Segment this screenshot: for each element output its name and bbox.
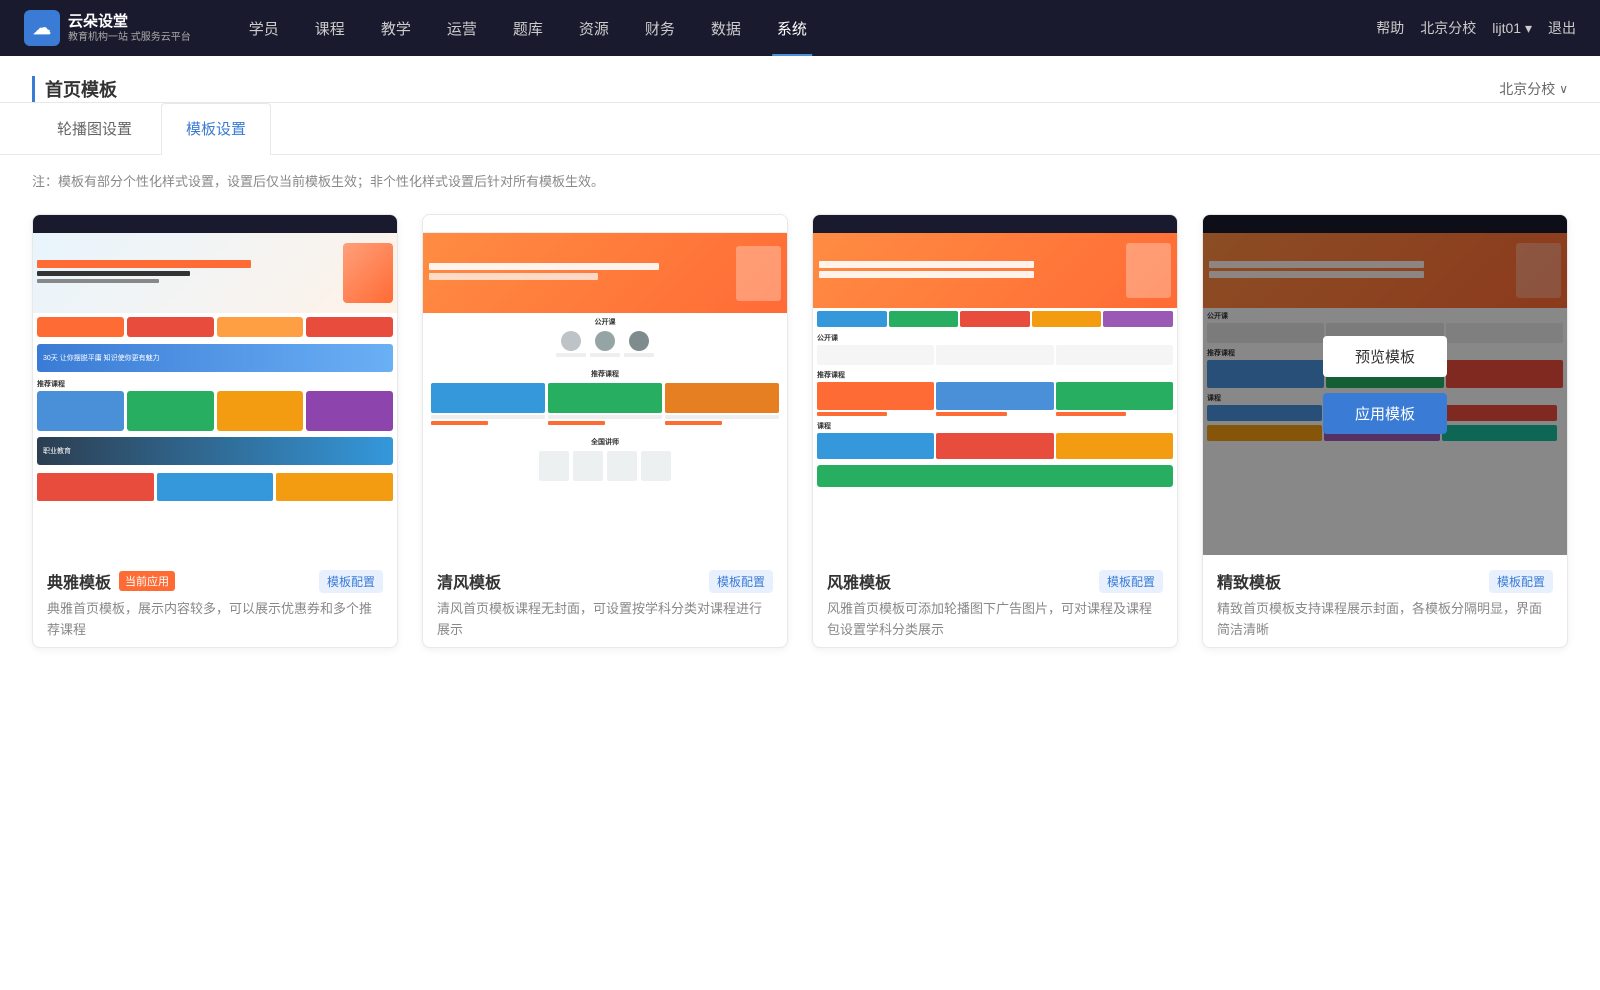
- chevron-down-icon: ∨: [1559, 82, 1568, 96]
- logo-text: 云朵设堂 教育机构一站 式服务云平台: [68, 12, 191, 45]
- template-2-name: 清风模板: [437, 569, 501, 593]
- template-1-info: 典雅模板 当前应用 模板配置 典雅首页模板，展示内容较多，可以展示优惠券和多个推…: [33, 555, 397, 647]
- preview-template-2-button[interactable]: 预览模板: [543, 336, 667, 377]
- note-bar: 注：模板有部分个性化样式设置，设置后仅当前模板生效；非个性化样式设置后针对所有模…: [0, 155, 1600, 206]
- template-3-config-button[interactable]: 模板配置: [1099, 570, 1163, 593]
- tab-template[interactable]: 模板设置: [161, 103, 271, 155]
- template-3-desc: 风雅首页模板可添加轮播图下广告图片，可对课程及课程包设置学科分类展示: [827, 599, 1163, 641]
- nav-menu: 学员 课程 教学 运营 题库 资源 财务 数据 系统: [231, 0, 1377, 56]
- preview-template-4-button[interactable]: 预览模板: [1323, 336, 1447, 377]
- nav-item-teaching[interactable]: 教学: [363, 0, 429, 56]
- template-preview-1: 30天 让你摆脱平庸 知识使你更有魅力 推荐课程 职业教育: [33, 215, 397, 555]
- nav-item-students[interactable]: 学员: [231, 0, 297, 56]
- template-card-2: 公开课: [422, 214, 788, 648]
- nav-item-resources[interactable]: 资源: [561, 0, 627, 56]
- template-preview-2: 公开课: [423, 215, 787, 555]
- note-text: 注：模板有部分个性化样式设置，设置后仅当前模板生效；非个性化样式设置后针对所有模…: [32, 174, 604, 189]
- tab-carousel[interactable]: 轮播图设置: [32, 103, 157, 154]
- page-title: 首页模板: [32, 76, 117, 102]
- logout-button[interactable]: 退出: [1548, 18, 1576, 38]
- apply-template-1-button[interactable]: [155, 393, 275, 413]
- template-1-active-badge: 当前应用: [119, 571, 175, 591]
- template-4-name: 精致模板: [1217, 569, 1281, 593]
- template-4-desc: 精致首页模板支持课程展示封面，各模板分隔明显，界面简洁清晰: [1217, 599, 1553, 641]
- navbar-right: 帮助 北京分校 lijt01 ▾ 退出: [1376, 18, 1576, 38]
- nav-item-finance[interactable]: 财务: [627, 0, 693, 56]
- user-menu[interactable]: lijt01 ▾: [1492, 20, 1532, 37]
- nav-item-system[interactable]: 系统: [759, 0, 825, 56]
- template-3-info: 风雅模板 模板配置 风雅首页模板可添加轮播图下广告图片，可对课程及课程包设置学科…: [813, 555, 1177, 647]
- template-preview-3: 公开课 推荐课程: [813, 215, 1177, 555]
- preview-template-3-button[interactable]: 预览模板: [933, 336, 1057, 377]
- template-3-name: 风雅模板: [827, 569, 891, 593]
- logo[interactable]: ☁ 云朵设堂 教育机构一站 式服务云平台: [24, 10, 191, 46]
- page-header: 首页模板 北京分校 ∨: [0, 56, 1600, 103]
- nav-item-operations[interactable]: 运营: [429, 0, 495, 56]
- branch-selector[interactable]: 北京分校 ∨: [1499, 79, 1568, 99]
- preview-template-1-button[interactable]: [155, 357, 275, 377]
- navbar: ☁ 云朵设堂 教育机构一站 式服务云平台 学员 课程 教学 运营 题库 资源 财…: [0, 0, 1600, 56]
- page-container: 首页模板 北京分校 ∨ 轮播图设置 模板设置 注：模板有部分个性化样式设置，设置…: [0, 56, 1600, 990]
- template-card-4: 公开课 推荐课程: [1202, 214, 1568, 648]
- template-2-desc: 清风首页模板课程无封面，可设置按学科分类对课程进行展示: [437, 599, 773, 641]
- tabs-bar: 轮播图设置 模板设置: [0, 103, 1600, 155]
- template-2-config-button[interactable]: 模板配置: [709, 570, 773, 593]
- template-1-name: 典雅模板: [47, 569, 111, 593]
- template-1-desc: 典雅首页模板，展示内容较多，可以展示优惠券和多个推荐课程: [47, 599, 383, 641]
- template-1-config-button[interactable]: 模板配置: [319, 570, 383, 593]
- template-card-1: 30天 让你摆脱平庸 知识使你更有魅力 推荐课程 职业教育: [32, 214, 398, 648]
- apply-template-4-button[interactable]: 应用模板: [1323, 393, 1447, 434]
- help-button[interactable]: 帮助: [1376, 18, 1404, 38]
- logo-icon: ☁: [24, 10, 60, 46]
- nav-item-questions[interactable]: 题库: [495, 0, 561, 56]
- nav-item-data[interactable]: 数据: [693, 0, 759, 56]
- apply-template-2-button[interactable]: 应用模板: [543, 393, 667, 434]
- template-4-overlay: 预览模板 应用模板: [1203, 215, 1567, 555]
- template-preview-4: 公开课 推荐课程: [1203, 215, 1567, 555]
- template-card-3: 公开课 推荐课程: [812, 214, 1178, 648]
- apply-template-3-button[interactable]: 应用模板: [933, 393, 1057, 434]
- template-4-config-button[interactable]: 模板配置: [1489, 570, 1553, 593]
- branch-button[interactable]: 北京分校: [1420, 18, 1476, 38]
- nav-item-courses[interactable]: 课程: [297, 0, 363, 56]
- templates-grid: 30天 让你摆脱平庸 知识使你更有魅力 推荐课程 职业教育: [0, 206, 1600, 680]
- template-4-info: 精致模板 模板配置 精致首页模板支持课程展示封面，各模板分隔明显，界面简洁清晰: [1203, 555, 1567, 647]
- template-2-info: 清风模板 模板配置 清风首页模板课程无封面，可设置按学科分类对课程进行展示: [423, 555, 787, 647]
